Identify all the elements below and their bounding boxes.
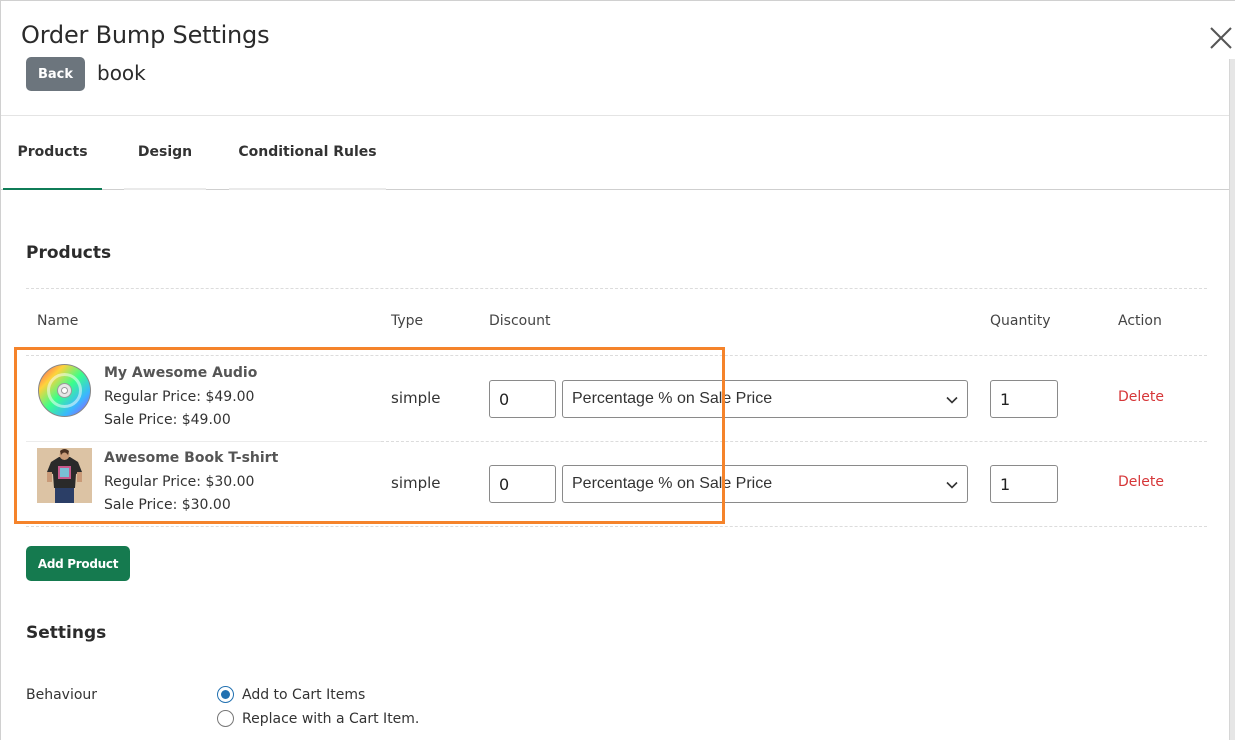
- product-name: Awesome Book T-shirt: [104, 450, 279, 466]
- radio-label: Replace with a Cart Item.: [242, 710, 420, 727]
- sale-price: Sale Price: $49.00: [104, 412, 231, 428]
- table-row: My Awesome Audio Regular Price: $49.00 S…: [26, 356, 1207, 442]
- table-top-divider: [26, 288, 1207, 289]
- add-product-button[interactable]: Add Product: [26, 546, 130, 581]
- table-bottom-divider: [26, 526, 1207, 527]
- product-name: My Awesome Audio: [104, 365, 258, 381]
- tab-design[interactable]: Design: [124, 116, 206, 190]
- column-header-quantity: Quantity: [990, 313, 1051, 329]
- chevron-down-icon: [946, 481, 958, 489]
- column-header-action: Action: [1118, 313, 1162, 329]
- chevron-down-icon: [946, 396, 958, 404]
- quantity-input[interactable]: [990, 465, 1058, 503]
- tab-bar: Products Design Conditional Rules: [1, 116, 1229, 190]
- products-section-title: Products: [26, 243, 112, 263]
- table-row: Awesome Book T-shirt Regular Price: $30.…: [26, 442, 1207, 528]
- scrollbar[interactable]: [1229, 59, 1235, 740]
- product-type: simple: [391, 474, 441, 492]
- modal-header: Order Bump Settings Back book: [1, 1, 1229, 116]
- discount-type-select[interactable]: Percentage % on Sale Price: [562, 380, 968, 418]
- discount-type-value: Percentage % on Sale Price: [572, 390, 773, 407]
- product-type: simple: [391, 389, 441, 407]
- sale-price: Sale Price: $30.00: [104, 497, 231, 513]
- page-title: Order Bump Settings: [21, 21, 270, 49]
- cd-disc-icon: [38, 364, 91, 417]
- bump-name: book: [97, 61, 146, 85]
- tab-conditional-rules[interactable]: Conditional Rules: [229, 116, 386, 190]
- radio-add-to-cart[interactable]: Add to Cart Items: [217, 686, 365, 703]
- delete-link[interactable]: Delete: [1118, 389, 1164, 405]
- tshirt-photo-icon: [37, 448, 92, 503]
- delete-link[interactable]: Delete: [1118, 474, 1164, 490]
- discount-input[interactable]: [489, 465, 556, 503]
- back-button[interactable]: Back: [26, 57, 85, 91]
- order-bump-modal: Order Bump Settings Back book Products D…: [0, 0, 1235, 740]
- settings-section-title: Settings: [26, 623, 107, 643]
- quantity-input[interactable]: [990, 380, 1058, 418]
- radio-label: Add to Cart Items: [242, 686, 366, 703]
- behaviour-label: Behaviour: [26, 687, 98, 703]
- tab-products[interactable]: Products: [3, 116, 102, 190]
- column-header-name: Name: [37, 313, 79, 329]
- discount-input[interactable]: [489, 380, 556, 418]
- radio-button[interactable]: [217, 686, 234, 703]
- close-icon[interactable]: [1208, 25, 1234, 51]
- regular-price: Regular Price: $49.00: [104, 389, 255, 405]
- column-header-discount: Discount: [489, 313, 551, 329]
- discount-type-select[interactable]: Percentage % on Sale Price: [562, 465, 968, 503]
- discount-type-value: Percentage % on Sale Price: [572, 475, 773, 492]
- regular-price: Regular Price: $30.00: [104, 474, 255, 490]
- radio-replace-cart-item[interactable]: Replace with a Cart Item.: [217, 710, 419, 727]
- column-header-type: Type: [391, 313, 424, 329]
- radio-button[interactable]: [217, 710, 234, 727]
